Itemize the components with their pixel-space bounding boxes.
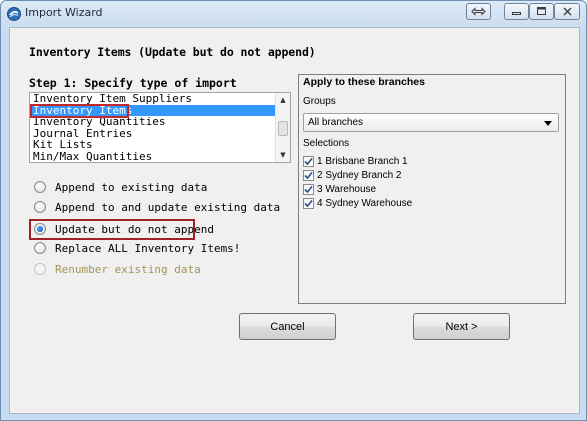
checkbox-checked-icon[interactable]	[303, 198, 314, 209]
selections-label: Selections	[303, 138, 350, 149]
groups-label: Groups	[303, 96, 336, 107]
branches-panel: Apply to these branches Groups All branc…	[298, 74, 566, 304]
checkbox-checked-icon[interactable]	[303, 156, 314, 167]
option-update-no-append[interactable]: Update but do not append	[34, 221, 214, 237]
listbox-scrollbar[interactable]: ▲ ▼	[275, 93, 290, 162]
radio-update-no-append[interactable]	[34, 223, 46, 235]
branch-checkbox-row[interactable]: 2 Sydney Branch 2	[303, 169, 402, 182]
maximize-button[interactable]	[529, 3, 554, 20]
radio-renumber	[34, 263, 46, 275]
cancel-button[interactable]: Cancel	[239, 313, 336, 340]
app-icon	[7, 6, 21, 21]
scroll-thumb[interactable]	[278, 121, 288, 136]
option-renumber: Renumber existing data	[34, 261, 201, 277]
title-bar: Import Wizard	[1, 1, 586, 25]
resize-icon[interactable]	[466, 3, 491, 20]
checkbox-checked-icon[interactable]	[303, 184, 314, 195]
option-append-label: Append to existing data	[55, 180, 208, 194]
radio-append-update[interactable]	[34, 201, 46, 213]
wizard-content: Inventory Items (Update but do not appen…	[9, 27, 580, 414]
branch-checkbox-row[interactable]: 3 Warehouse	[303, 183, 376, 196]
option-update-no-append-label: Update but do not append	[55, 222, 214, 236]
branches-title: Apply to these branches	[303, 76, 425, 88]
step1-label: Step 1: Specify type of import	[29, 76, 237, 90]
chevron-down-icon[interactable]	[544, 121, 552, 126]
minimize-button[interactable]	[504, 3, 529, 20]
page-title: Inventory Items (Update but do not appen…	[29, 45, 316, 59]
option-append-update-label: Append to and update existing data	[55, 200, 281, 214]
import-type-listbox[interactable]: Inventory Item Suppliers Inventory Items…	[29, 92, 291, 163]
option-append-update[interactable]: Append to and update existing data	[34, 199, 280, 215]
list-item[interactable]: Inventory Item Suppliers	[30, 93, 276, 105]
branch-checkbox-row[interactable]: 4 Sydney Warehouse	[303, 197, 412, 210]
close-button[interactable]	[554, 3, 580, 20]
option-renumber-label: Renumber existing data	[55, 262, 201, 276]
import-wizard-window: Import Wizard Inventory Items (Update bu…	[0, 0, 587, 421]
branch-label: 1 Brisbane Branch 1	[317, 156, 408, 167]
groups-dropdown[interactable]: All branches	[303, 113, 559, 132]
window-title: Import Wizard	[25, 6, 103, 19]
option-replace-all-label: Replace ALL Inventory Items!	[55, 241, 241, 255]
branch-label: 4 Sydney Warehouse	[317, 198, 413, 209]
option-append[interactable]: Append to existing data	[34, 179, 207, 195]
checkbox-checked-icon[interactable]	[303, 170, 314, 181]
option-replace-all[interactable]: Replace ALL Inventory Items!	[34, 240, 240, 256]
branch-label: 2 Sydney Branch 2	[317, 170, 402, 181]
branch-label: 3 Warehouse	[317, 184, 377, 195]
branch-checkbox-row[interactable]: 1 Brisbane Branch 1	[303, 155, 408, 168]
list-item[interactable]: Min/Max Quantities	[30, 151, 276, 162]
window-controls	[504, 3, 580, 20]
radio-replace-all[interactable]	[34, 242, 46, 254]
radio-append[interactable]	[34, 181, 46, 193]
scroll-down-icon[interactable]: ▼	[276, 148, 290, 162]
groups-dropdown-value: All branches	[308, 117, 364, 128]
scroll-up-icon[interactable]: ▲	[276, 93, 290, 107]
next-button[interactable]: Next >	[413, 313, 510, 340]
